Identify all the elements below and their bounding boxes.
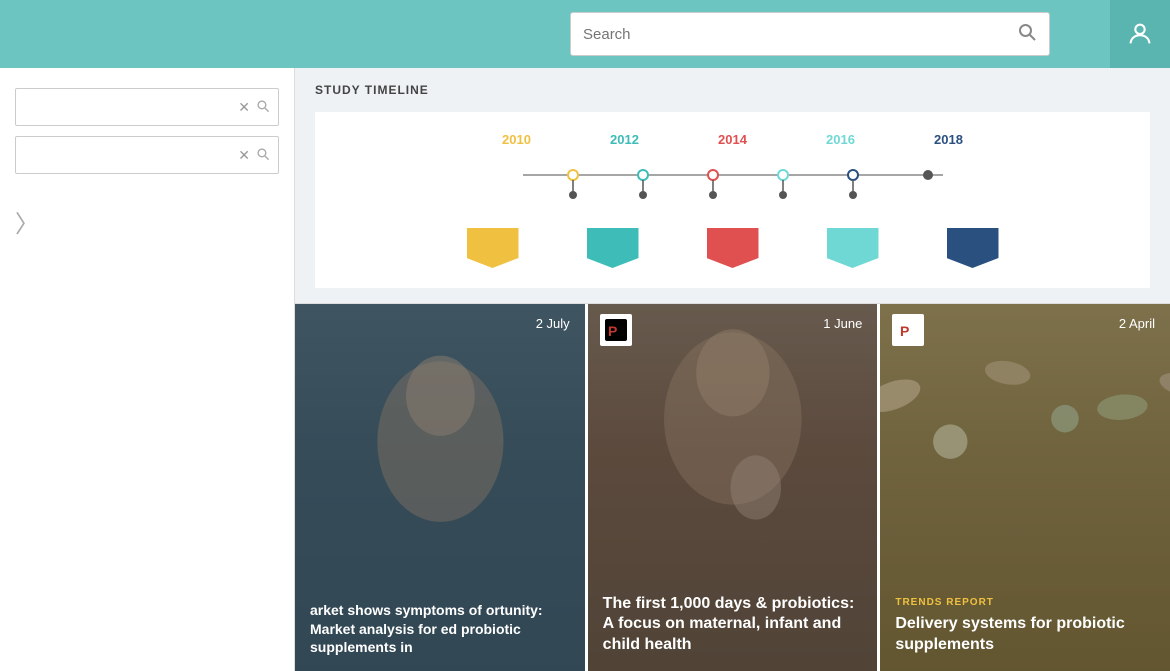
filter-input-2[interactable] [24,148,238,163]
svg-text:P: P [608,323,617,339]
card-2-content: The first 1,000 days & probiotics: A foc… [588,579,878,671]
timeline-title: STUDY TIMELINE [315,83,1150,97]
search-input[interactable] [583,26,1017,43]
timeline-line-area [345,155,1120,220]
powerpoint-icon: P [605,319,627,341]
arrow-2010[interactable] [467,228,519,268]
card-2[interactable]: 1 June P The first 1,000 days & probioti… [585,304,878,671]
sidebar-filter-2[interactable]: ✕ [15,136,279,174]
filter-input-1[interactable] [24,100,238,115]
card-1-content: arket shows symptoms of ortunity: Market… [295,586,585,671]
search-bar[interactable] [570,12,1050,56]
cursor-indicator: 〉 [15,204,279,239]
year-2018: 2018 [929,132,969,147]
card-1[interactable]: 2 July arket shows symptoms of ortunity:… [295,304,585,671]
sidebar-filter-1[interactable]: ✕ [15,88,279,126]
year-2012: 2012 [605,132,645,147]
filter-clear-1[interactable]: ✕ [238,99,250,116]
timeline-container: 2010 2012 2014 2016 2018 [315,112,1150,288]
search-container [0,12,1110,56]
filter-search-icon-2[interactable] [256,147,270,164]
powerpoint-icon-2: P [897,319,919,341]
content-area: ✕ ✕ 〉 STUDY TIMELINE [0,68,1170,671]
search-icon-button[interactable] [1017,22,1037,47]
card-3-powerpoint-icon: P [892,314,924,346]
year-2016: 2016 [821,132,861,147]
filter-search-icon-1[interactable] [256,99,270,116]
arrow-2018[interactable] [947,228,999,268]
filter-clear-2[interactable]: ✕ [238,147,250,164]
sidebar: ✕ ✕ 〉 [0,68,295,671]
year-2010: 2010 [497,132,537,147]
arrow-2012[interactable] [587,228,639,268]
card-3-content: TRENDS REPORT Delivery systems for probi… [880,582,1170,671]
card-1-date: 2 July [536,316,570,331]
svg-text:P: P [900,323,909,339]
arrow-2016[interactable] [827,228,879,268]
timeline-svg[interactable] [513,155,953,220]
card-2-powerpoint-icon: P [600,314,632,346]
card-3-title: Delivery systems for probiotic supplemen… [895,614,1155,656]
main-content: STUDY TIMELINE 2010 2012 2014 2016 2018 [295,68,1170,671]
year-2014: 2014 [713,132,753,147]
card-3-tag: TRENDS REPORT [895,597,1155,608]
header [0,0,1170,68]
card-2-date: 1 June [823,316,862,331]
timeline-years: 2010 2012 2014 2016 2018 [345,132,1120,147]
card-2-title: The first 1,000 days & probiotics: A foc… [603,594,863,656]
user-icon-area[interactable] [1110,0,1170,68]
cards-section: 2 July arket shows symptoms of ortunity:… [295,304,1170,671]
arrow-2014[interactable] [707,228,759,268]
card-3-date: 2 April [1119,316,1155,331]
timeline-section: STUDY TIMELINE 2010 2012 2014 2016 2018 [295,68,1170,304]
timeline-arrows [345,228,1120,268]
card-1-title: arket shows symptoms of ortunity: Market… [310,601,570,656]
card-3[interactable]: 2 April P TRENDS REPORT Delivery systems… [877,304,1170,671]
